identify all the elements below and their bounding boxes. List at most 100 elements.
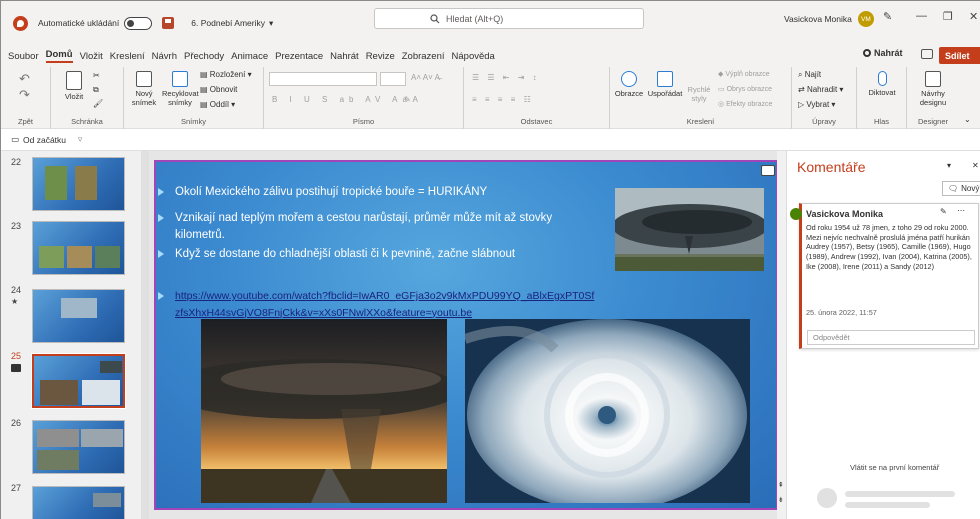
font-grow-icon[interactable]: A˄ A˅ A̶ <box>411 73 440 82</box>
slides-group: Nový snímek Recyklovat snímky ▤ Rozložen… <box>124 67 264 129</box>
first-comment-hint[interactable]: Vlátit se na první komentář <box>850 463 939 472</box>
bullet-3[interactable]: Když se dostane do chladnější oblasti či… <box>158 246 605 263</box>
reply-input[interactable]: Odpovědět <box>807 330 975 345</box>
quick-styles-button[interactable]: Rychlé styly <box>684 85 714 103</box>
menu-prezentace[interactable]: Prezentace <box>275 51 323 62</box>
storm-cloud-photo[interactable] <box>615 188 764 271</box>
cut-icon[interactable]: ✂ <box>93 71 100 80</box>
slide-number: 24 <box>11 285 22 295</box>
design-ideas-button[interactable]: Návrhy designu <box>909 71 957 107</box>
menu-prechody[interactable]: Přechody <box>184 51 224 62</box>
customize-icon[interactable]: ▿ <box>78 134 82 145</box>
edit-comment-icon[interactable]: ✎ <box>940 207 947 218</box>
chevron-down-icon[interactable]: ▾ <box>947 161 951 170</box>
menu-domu[interactable]: Domů <box>45 49 73 63</box>
list-icons[interactable]: ☰ ☰ ⇤ ⇥ ↕ <box>472 73 540 82</box>
minimize-button[interactable]: — <box>916 10 927 22</box>
prev-slide-icon[interactable]: ⇞ <box>778 481 784 489</box>
shapes-label: Obrazce <box>614 89 644 98</box>
comment-indicator-icon <box>11 364 21 372</box>
font-format-icons[interactable]: B I U S ab AV Aa <box>272 95 412 104</box>
slide-thumbnail-24[interactable] <box>32 289 125 343</box>
pen-icon[interactable]: ✎ <box>883 10 892 23</box>
font-family-select[interactable] <box>269 72 377 86</box>
paste-label: Vložit <box>64 92 84 101</box>
menu-zobrazeni[interactable]: Zobrazení <box>402 51 445 62</box>
select-button[interactable]: ▷ Vybrat ▾ <box>798 100 835 109</box>
comment-card[interactable]: Vasickova Monika ✎ ⋯ Od roku 1954 už 78 … <box>790 203 979 349</box>
slideshow-icon[interactable]: ▭ <box>11 134 19 145</box>
find-button[interactable]: ⌕ Najít <box>798 70 821 80</box>
slide-thumbnail-23[interactable] <box>32 221 125 275</box>
next-slide-icon[interactable]: ⇟ <box>778 496 784 504</box>
new-comment-button[interactable]: 🗨 Nový <box>942 181 980 196</box>
slide-thumbnail-22[interactable] <box>32 157 125 211</box>
redo-icon[interactable]: ↷ <box>19 87 30 103</box>
shapes-button[interactable]: Obrazce <box>612 71 646 98</box>
placeholder-avatar <box>817 488 837 508</box>
section-button[interactable]: ▤ Oddíl ▾ <box>200 100 235 109</box>
hurricane-eye-photo[interactable] <box>465 319 750 503</box>
hurricane-eye-image <box>465 319 750 503</box>
menu-revize[interactable]: Revize <box>366 51 395 62</box>
close-icon[interactable]: ✕ <box>969 10 978 23</box>
restore-icon[interactable]: ❐ <box>943 10 953 23</box>
menu-nahrat[interactable]: Nahrát <box>330 51 359 62</box>
paste-button[interactable]: Vložit <box>59 71 89 101</box>
slide-thumbnail-25[interactable] <box>31 353 126 409</box>
outline-button[interactable]: ▭ Obrys obrazce <box>718 85 772 93</box>
undo-icon[interactable]: ↶ <box>19 71 30 87</box>
save-icon[interactable] <box>162 17 175 29</box>
reset-button[interactable]: ▤ Obnovit <box>200 85 237 94</box>
thumb-image <box>81 429 123 447</box>
slide-canvas[interactable]: Okolí Mexického zálivu postihují tropick… <box>154 160 778 510</box>
effects-button[interactable]: ◎ Efekty obrazce <box>718 100 772 108</box>
comment-marker-icon[interactable] <box>761 165 775 176</box>
search-icon <box>430 13 440 23</box>
slide-scrollbar[interactable]: ⇞ ⇟ <box>777 151 786 519</box>
autosave-toggle[interactable] <box>124 16 153 30</box>
font-color-icon[interactable]: ✎ A <box>404 95 418 104</box>
outline-label: Obrys obrazce <box>726 86 773 93</box>
slide-thumbnail-26[interactable] <box>32 420 125 474</box>
search-placeholder: Hledat (Alt+Q) <box>446 13 504 24</box>
bullet-4[interactable]: https://www.youtube.com/watch?fbclid=IwA… <box>158 288 595 321</box>
menu-navrh[interactable]: Návrh <box>152 51 177 62</box>
format-painter-icon[interactable]: 🖌 <box>93 99 103 108</box>
reuse-slides-button[interactable]: Recyklovat snímky <box>162 71 199 107</box>
font-size-select[interactable] <box>380 72 406 86</box>
menu-soubor[interactable]: Soubor <box>8 51 39 62</box>
arrange-button[interactable]: Uspořádat <box>646 71 684 98</box>
thumbnail-scrollbar[interactable] <box>141 151 149 519</box>
slide-thumbnail-27[interactable] <box>32 486 125 519</box>
more-options-icon[interactable]: ⋯ <box>957 206 965 217</box>
microphone-icon <box>877 71 887 86</box>
slide-thumbnails-panel[interactable]: 22 23 24 ★ 25 26 27 <box>1 151 141 519</box>
fill-button[interactable]: ◆ Výplň obrazce <box>718 70 770 78</box>
align-icons[interactable]: ≡ ≡ ≡ ≡ ☷ <box>472 95 534 104</box>
search-input[interactable]: Hledat (Alt+Q) <box>374 8 644 29</box>
section-label: Oddíl <box>209 100 229 109</box>
new-slide-button[interactable]: Nový snímek <box>126 71 162 107</box>
file-name-button[interactable]: 6. Podnebí Ameriky ▾ <box>191 18 273 29</box>
bullet-1[interactable]: Okolí Mexického zálivu postihují tropick… <box>158 184 605 201</box>
layout-button[interactable]: ▤ Rozložení ▾ <box>200 70 252 79</box>
comments-icon[interactable] <box>921 49 933 59</box>
share-label: Sdílet <box>945 50 970 61</box>
user-account[interactable]: Vasickova Monika VM <box>784 11 874 27</box>
bullet-2[interactable]: Vznikají nad teplým mořem a cestou narůs… <box>158 210 605 243</box>
menu-kresleni[interactable]: Kreslení <box>110 51 145 62</box>
ribbon-expand-icon[interactable]: ⌄ <box>964 115 971 124</box>
menu-animace[interactable]: Animace <box>231 51 268 62</box>
from-start-button[interactable]: Od začátku <box>23 135 66 145</box>
copy-icon[interactable]: ⧉ <box>93 85 99 95</box>
supercell-photo[interactable] <box>201 319 447 503</box>
youtube-link[interactable]: https://www.youtube.com/watch?fbclid=IwA… <box>175 290 594 319</box>
replace-button[interactable]: ⇄ Nahradit ▾ <box>798 85 843 94</box>
share-button[interactable]: Sdílet <box>939 47 980 64</box>
record-button[interactable]: Nahrát <box>863 48 903 58</box>
menu-vlozit[interactable]: Vložit <box>80 51 103 62</box>
menu-napoveda[interactable]: Nápověda <box>452 51 495 62</box>
close-pane-icon[interactable]: ✕ <box>972 161 979 170</box>
dictate-button[interactable]: Diktovat <box>859 71 905 97</box>
